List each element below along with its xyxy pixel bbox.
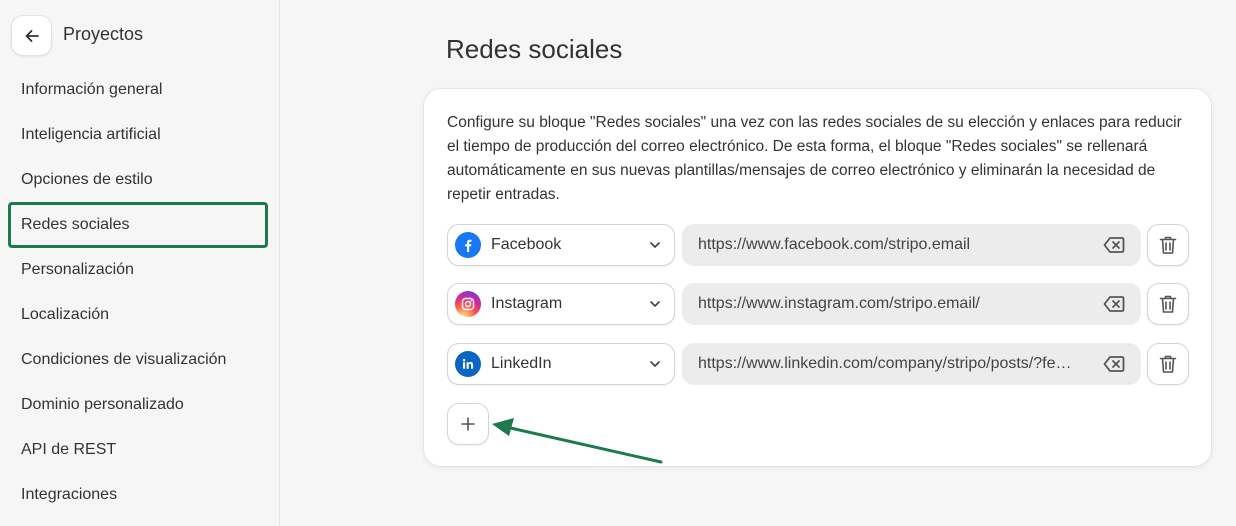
description-text: Configure su bloque "Redes sociales" una… bbox=[447, 114, 1182, 203]
url-input[interactable]: https://www.instagram.com/stripo.email/ bbox=[682, 283, 1141, 325]
network-select[interactable]: LinkedIn bbox=[447, 343, 675, 385]
sidebar-item-localizacion[interactable]: Localización bbox=[8, 292, 268, 338]
network-select[interactable]: Facebook bbox=[447, 224, 675, 266]
sidebar-item-personalizacion[interactable]: Personalización bbox=[8, 247, 268, 293]
clear-icon[interactable] bbox=[1103, 354, 1125, 374]
url-value: https://www.linkedin.com/company/stripo/… bbox=[698, 355, 1080, 372]
back-button[interactable] bbox=[11, 15, 52, 56]
sidebar-item-opciones-de-estilo[interactable]: Opciones de estilo bbox=[8, 157, 268, 203]
delete-button[interactable] bbox=[1147, 224, 1189, 266]
chevron-down-icon bbox=[650, 242, 660, 248]
sidebar-item-condiciones-de-visualizacion[interactable]: Condiciones de visualización bbox=[8, 337, 268, 383]
network-select[interactable]: Instagram bbox=[447, 283, 675, 325]
url-input[interactable]: https://www.linkedin.com/company/stripo/… bbox=[682, 343, 1141, 385]
network-label: LinkedIn bbox=[491, 355, 552, 372]
social-networks-card: Configure su bloque "Redes sociales" una… bbox=[423, 88, 1212, 467]
network-label: Facebook bbox=[491, 236, 562, 253]
delete-button[interactable] bbox=[1147, 283, 1189, 325]
url-input[interactable]: https://www.facebook.com/stripo.email bbox=[682, 224, 1141, 266]
url-value: https://www.instagram.com/stripo.email/ bbox=[698, 295, 980, 312]
add-network-button[interactable] bbox=[447, 403, 489, 445]
chevron-down-icon bbox=[650, 361, 660, 367]
clear-icon[interactable] bbox=[1103, 294, 1125, 314]
chevron-down-icon bbox=[650, 301, 660, 307]
instagram-icon bbox=[455, 291, 481, 317]
sidebar-item-informacion-general[interactable]: Información general bbox=[8, 67, 268, 113]
page-title: Redes sociales bbox=[446, 34, 623, 64]
network-label: Instagram bbox=[491, 295, 563, 312]
sidebar-title: Proyectos bbox=[63, 24, 144, 44]
network-row: Facebook https://www.facebook.com/stripo… bbox=[447, 224, 1189, 266]
plus-icon bbox=[461, 417, 475, 431]
clear-icon[interactable] bbox=[1103, 235, 1125, 255]
trash-icon bbox=[1159, 355, 1177, 373]
sidebar-item-integraciones[interactable]: Integraciones bbox=[8, 472, 268, 518]
sidebar-item-redes-sociales[interactable]: Redes sociales bbox=[8, 202, 268, 248]
sidebar-item-api-de-rest[interactable]: API de REST bbox=[8, 427, 268, 473]
url-value: https://www.facebook.com/stripo.email bbox=[698, 236, 971, 253]
delete-button[interactable] bbox=[1147, 343, 1189, 385]
trash-icon bbox=[1159, 236, 1177, 254]
network-row: LinkedIn https://www.linkedin.com/compan… bbox=[447, 343, 1189, 385]
arrow-left-icon bbox=[25, 29, 39, 42]
trash-icon bbox=[1159, 295, 1177, 313]
sidebar-item-dominio-personalizado[interactable]: Dominio personalizado bbox=[8, 382, 268, 428]
network-row: Instagram https://www.instagram.com/stri… bbox=[447, 283, 1189, 325]
sidebar: Proyectos Información general Inteligenc… bbox=[0, 0, 280, 526]
sidebar-item-inteligencia-artificial[interactable]: Inteligencia artificial bbox=[8, 112, 268, 158]
linkedin-icon bbox=[455, 351, 481, 377]
facebook-icon bbox=[455, 232, 481, 258]
